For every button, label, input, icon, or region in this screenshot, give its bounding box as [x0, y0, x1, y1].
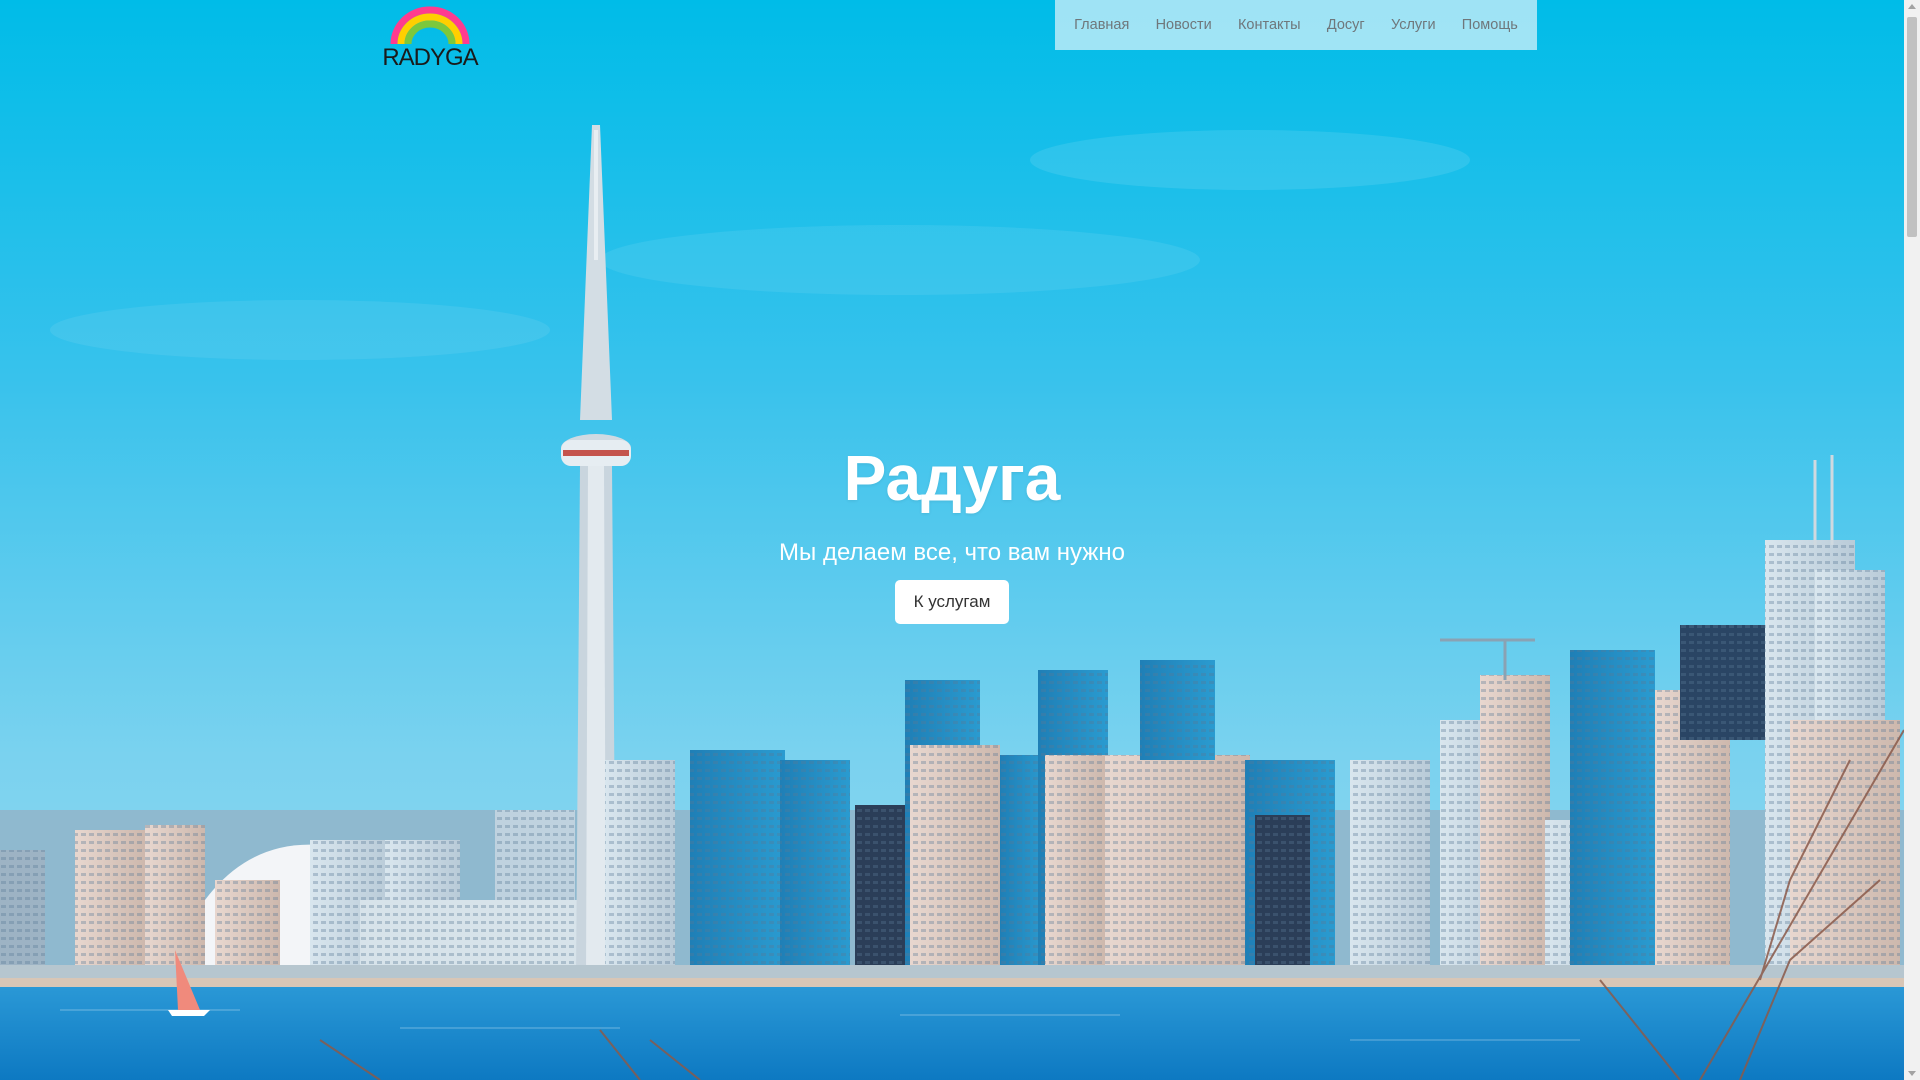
nav-item-news[interactable]: Новости: [1152, 17, 1216, 33]
page-scrollbar[interactable]: [1904, 0, 1920, 1080]
nav-item-contacts[interactable]: Контакты: [1234, 17, 1305, 33]
logo-text: RADYGA: [382, 44, 478, 71]
nav-item-help[interactable]: Помощь: [1458, 17, 1522, 33]
hero-title: Радуга: [843, 442, 1061, 514]
hero-subtitle: Мы делаем все, что вам нужно: [779, 539, 1125, 566]
logo[interactable]: RADYGA: [380, 6, 480, 72]
rainbow-icon: [390, 6, 470, 45]
chevron-up-icon[interactable]: [1908, 4, 1916, 9]
chevron-down-icon[interactable]: [1908, 1071, 1916, 1076]
nav-item-services[interactable]: Услуги: [1387, 17, 1440, 33]
services-button[interactable]: К услугам: [895, 580, 1009, 624]
scrollbar-thumb[interactable]: [1907, 17, 1917, 237]
nav-item-home[interactable]: Главная: [1070, 17, 1133, 33]
nav-item-leisure[interactable]: Досуг: [1323, 17, 1369, 33]
main-nav: Главная Новости Контакты Досуг Услуги По…: [1055, 0, 1537, 50]
page: RADYGA Главная Новости Контакты Досуг Ус…: [0, 0, 1904, 1080]
